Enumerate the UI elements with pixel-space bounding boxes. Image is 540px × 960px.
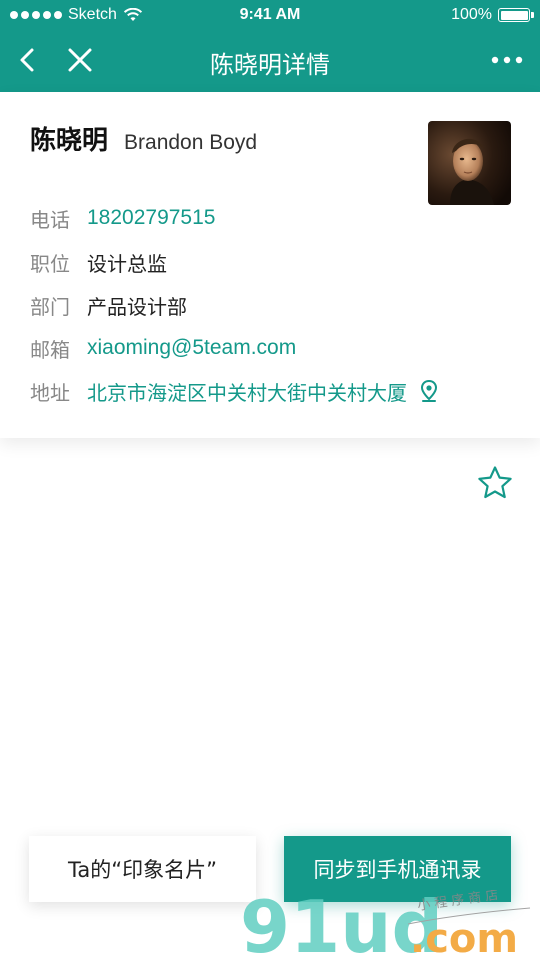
department-value: 产品设计部 [87,294,187,319]
nav-bar: 陈晓明详情 [0,30,540,92]
sync-contacts-button[interactable]: 同步到手机通讯录 [284,836,511,902]
contact-name-cn: 陈晓明 [30,126,109,156]
info-row-address: 地址 北京市海淀区中关村大街中关村大厦 [30,376,439,406]
star-outline-icon[interactable] [476,465,514,501]
name-row: 陈晓明 Brandon Boyd [30,120,257,157]
more-dots-icon[interactable] [490,48,524,72]
svg-text:.com: .com [410,916,518,960]
contact-card: 陈晓明 Brandon Boyd 电话 18202797515 职位 设计总监 … [0,92,540,438]
position-value: 设计总监 [87,251,167,276]
info-row-email: 邮箱 xiaoming@5team.com [30,333,296,363]
avatar [428,121,511,205]
impression-card-label: Ta的“印象名片” [68,858,217,882]
address-link[interactable]: 北京市海淀区中关村大街中关村大厦 [87,377,407,406]
department-label: 部门 [30,294,70,319]
page-title: 陈晓明详情 [210,51,330,79]
battery-percent: 100% [451,6,492,23]
email-label: 邮箱 [30,337,70,362]
sync-contacts-label: 同步到手机通讯录 [313,858,482,882]
email-link[interactable]: xiaoming@5team.com [87,336,296,360]
phone-link[interactable]: 18202797515 [87,206,215,230]
avatar-photo [428,121,511,205]
info-row-department: 部门 产品设计部 [30,290,187,320]
position-label: 职位 [30,251,70,276]
chevron-left-icon[interactable] [14,46,42,74]
status-battery-group: 100% [451,6,534,24]
battery-icon [498,8,534,22]
contact-name-en: Brandon Boyd [124,131,258,154]
phone-label: 电话 [30,207,70,232]
info-row-phone: 电话 18202797515 [30,203,215,233]
close-icon[interactable] [66,46,94,74]
address-label: 地址 [30,380,70,405]
location-pin-icon[interactable] [419,379,439,403]
info-row-position: 职位 设计总监 [30,247,167,277]
impression-card-button[interactable]: Ta的“印象名片” [29,836,256,902]
status-bar: Sketch 9:41 AM 100% [0,0,540,30]
